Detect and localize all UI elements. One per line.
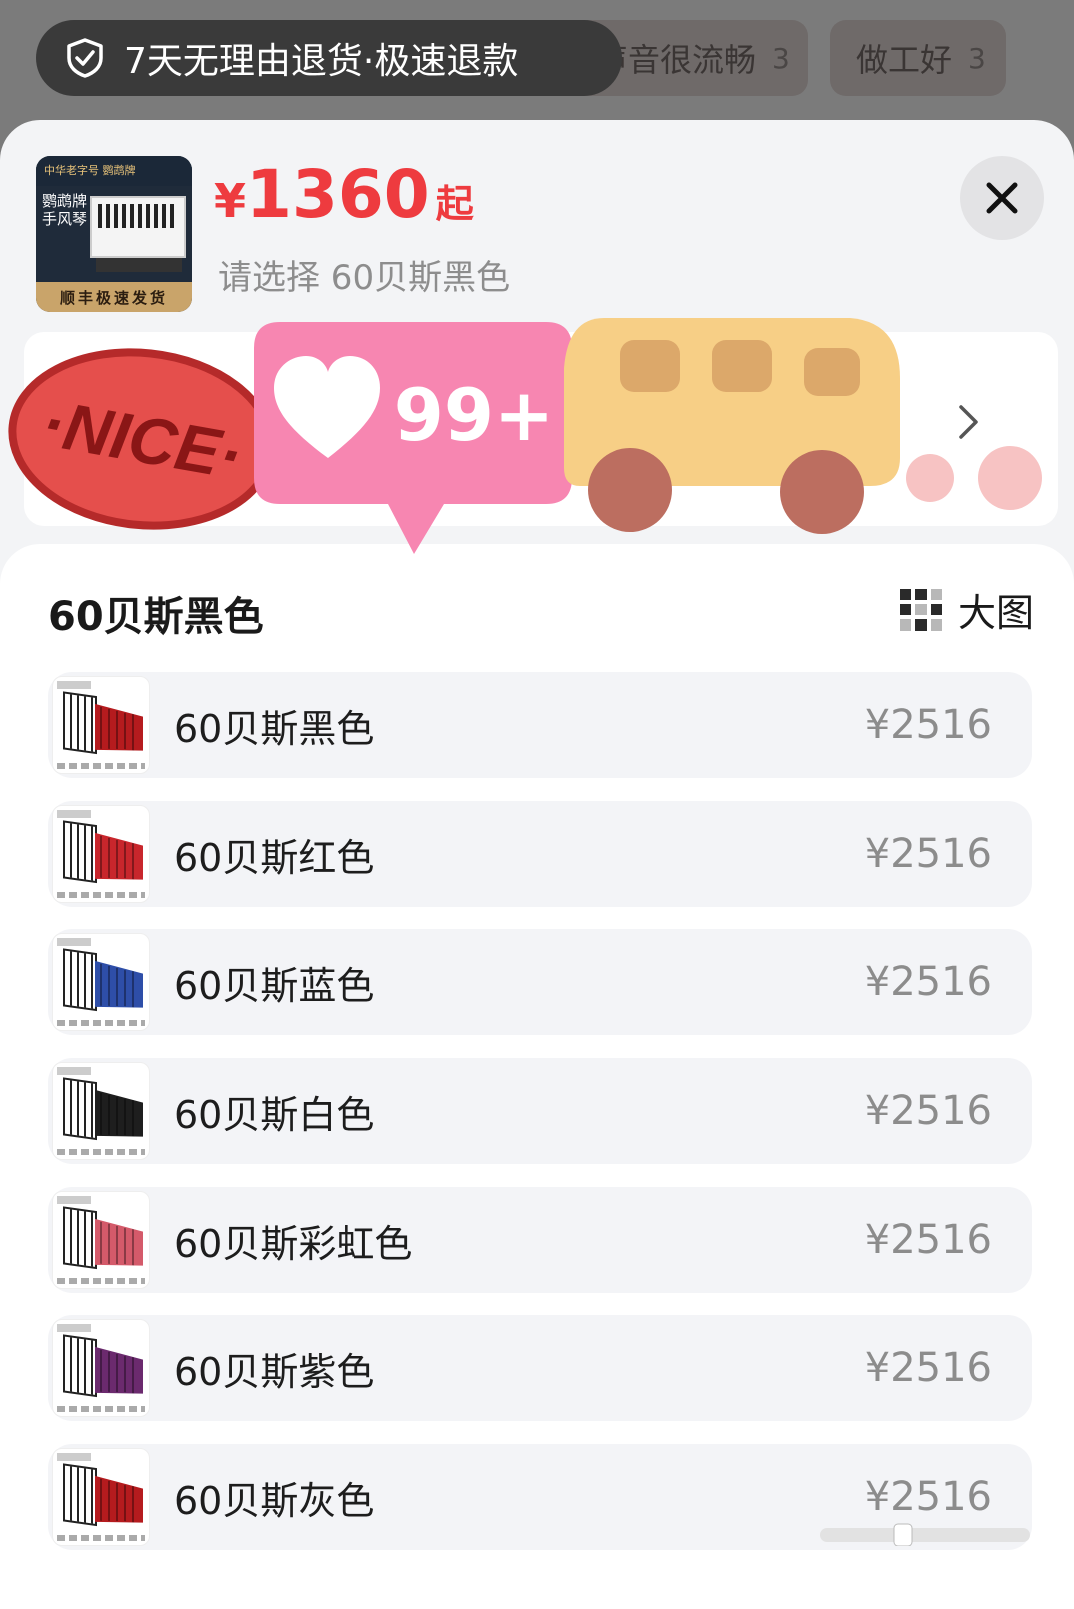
like-counter-sticker: 99+ — [254, 322, 572, 554]
variant-thumbnail — [52, 1062, 150, 1160]
product-price: ¥1360 起 — [214, 156, 474, 233]
variant-price: ¥2516 — [864, 831, 992, 877]
large-image-label: 大图 — [957, 591, 1034, 635]
accordion-image-icon — [63, 1463, 143, 1532]
thumb-shipping: 顺丰极速发货 — [36, 282, 192, 312]
product-thumbnail[interactable]: 中华老字号 鹦鹉牌 鹦鹉牌 手风琴 顺丰极速发货 — [36, 156, 192, 312]
review-tag-label: 做工好 — [856, 41, 953, 79]
price-currency: ¥ — [214, 174, 247, 228]
selection-hint: 请选择 60贝斯黑色 — [218, 258, 511, 298]
accordion-base-graphic — [96, 258, 182, 272]
variant-label: 60贝斯蓝色 — [174, 963, 375, 1008]
variant-price: ¥2516 — [864, 1474, 992, 1520]
variant-thumbnail — [52, 805, 150, 903]
variant-label: 60贝斯彩虹色 — [174, 1221, 413, 1266]
close-icon — [986, 182, 1018, 214]
bus-sticker — [564, 318, 1042, 534]
variant-label: 60贝斯黑色 — [174, 706, 375, 751]
accordion-image-icon — [63, 1206, 143, 1275]
home-indicator — [820, 1523, 1030, 1546]
accordion-image-icon — [63, 820, 143, 889]
nice-sticker: ·NICE· — [8, 348, 276, 530]
accordion-image-icon — [63, 1077, 143, 1146]
variant-thumbnail — [52, 1191, 150, 1289]
variant-option[interactable]: 60贝斯彩虹色 ¥2516 — [48, 1187, 1032, 1293]
variant-option[interactable]: 60贝斯红色 ¥2516 — [48, 801, 1032, 907]
accordion-keyboard-graphic — [90, 196, 186, 258]
like-count-text: 99+ — [394, 373, 555, 457]
variant-price: ¥2516 — [864, 1345, 992, 1391]
accordion-image-icon — [63, 948, 143, 1017]
variant-price: ¥2516 — [864, 1217, 992, 1263]
variant-list-card: 60贝斯黑色 大图 60贝斯黑色 ¥2516 60贝斯红色 ¥2516 60贝斯蓝色 ¥2… — [0, 544, 1074, 1609]
variant-thumbnail — [52, 933, 150, 1031]
variant-price: ¥2516 — [864, 1088, 992, 1134]
variant-thumbnail — [52, 1448, 150, 1546]
selected-variant-title: 60贝斯黑色 — [48, 594, 264, 640]
variant-price: ¥2516 — [864, 702, 992, 748]
variant-price: ¥2516 — [864, 959, 992, 1005]
variant-option[interactable]: 60贝斯蓝色 ¥2516 — [48, 929, 1032, 1035]
accordion-image-icon — [63, 691, 143, 760]
close-button[interactable] — [960, 156, 1044, 240]
variant-option[interactable]: 60贝斯白色 ¥2516 — [48, 1058, 1032, 1164]
variant-option[interactable]: 60贝斯黑色 ¥2516 — [48, 672, 1032, 778]
variant-thumbnail — [52, 1319, 150, 1417]
grid-icon — [899, 588, 942, 631]
variant-thumbnail — [52, 676, 150, 774]
accordion-image-icon — [63, 1334, 143, 1403]
review-tag-count: 3 — [772, 41, 790, 75]
variant-label: 60贝斯白色 — [174, 1092, 375, 1137]
toast-text: 7天无理由退货·极速退款 — [124, 41, 519, 82]
review-tag-chip: 做工好 3 — [830, 20, 1006, 96]
price-value: 1360 — [246, 156, 430, 233]
return-policy-toast: 7天无理由退货·极速退款 — [36, 20, 622, 96]
shield-check-icon — [67, 38, 103, 78]
variant-label: 60贝斯红色 — [174, 835, 375, 880]
price-suffix: 起 — [435, 182, 474, 226]
variant-label: 60贝斯紫色 — [174, 1349, 375, 1394]
thumb-banner: 中华老字号 鹦鹉牌 — [36, 156, 192, 186]
large-image-toggle[interactable]: 大图 — [899, 582, 1034, 637]
variant-label: 60贝斯灰色 — [174, 1478, 375, 1523]
thumb-brand: 鹦鹉牌 手风琴 — [42, 192, 88, 228]
variant-option[interactable]: 60贝斯紫色 ¥2516 — [48, 1315, 1032, 1421]
review-tag-count: 3 — [968, 41, 986, 75]
